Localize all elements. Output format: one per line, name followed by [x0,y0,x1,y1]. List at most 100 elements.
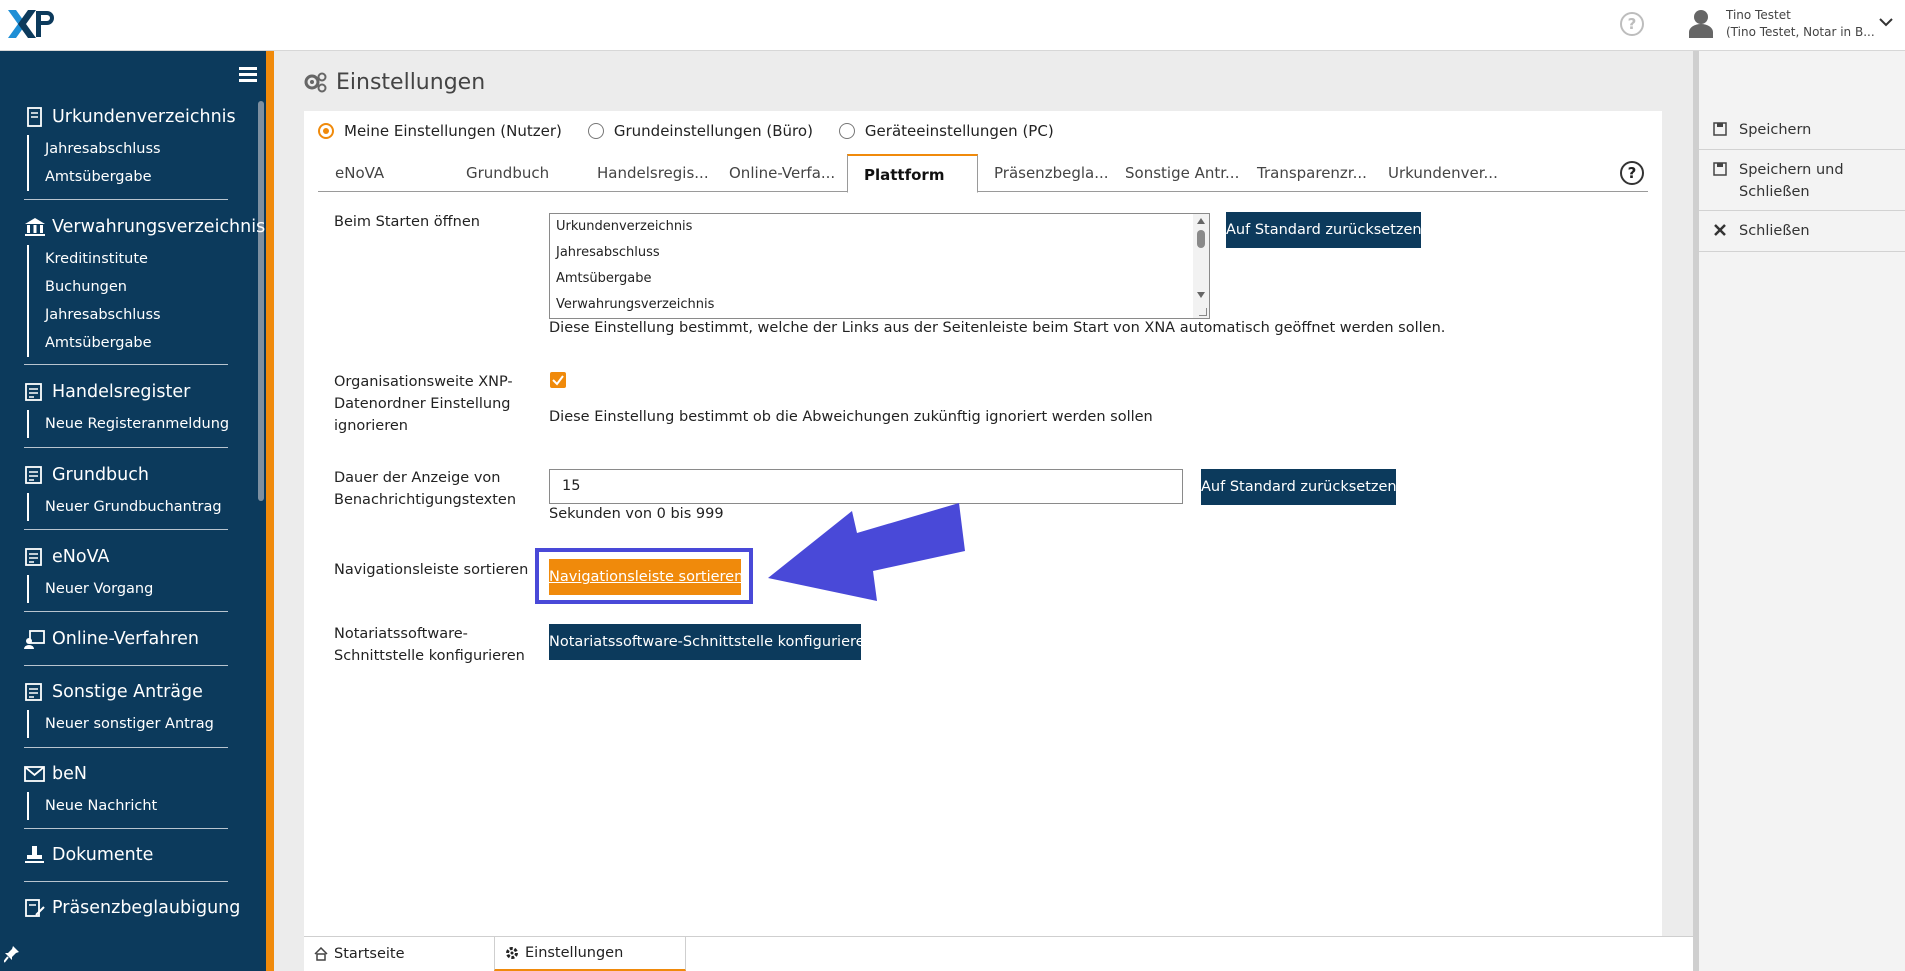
label-line: Dauer der Anzeige von [334,470,501,486]
list-item[interactable]: Amtsübergabe [550,266,1209,292]
sidebar-divider [24,364,228,365]
sidebar-subitem-amtsuebergabe[interactable]: Amtsübergabe [29,329,228,357]
sidebar-item-label: Grundbuch [52,465,149,485]
label-line: ignorieren [334,418,408,434]
scroll-thumb[interactable] [1197,230,1205,248]
sidebar-divider [24,828,228,829]
close-label: Schließen [1739,223,1810,239]
settings-scope-radio-group: Meine Einstellungen (Nutzer) Grundeinste… [318,122,1080,140]
hamburger-menu-icon[interactable] [239,67,257,83]
bottom-tab-einstellungen[interactable]: Einstellungen [494,937,686,971]
xnp-logo[interactable] [6,6,56,42]
notification-duration-label: Dauer der Anzeige von Benachrichtigungst… [334,467,516,511]
sidebar-section-grundbuch: Grundbuch Neuer Grundbuchantrag [24,463,228,521]
sidebar-subitem-kreditinstitute[interactable]: Kreditinstitute [29,245,228,273]
sidebar-item-dokumente[interactable]: Dokumente [24,843,228,867]
gear-icon [506,947,518,959]
sidebar-section-handelsregister: Handelsregister Neue Registeranmeldung [24,380,229,438]
resize-grip-icon[interactable] [1199,308,1207,316]
close-icon [1714,224,1726,236]
interface-configure-button[interactable]: Notariatssoftware-Schnittstelle konfigur… [549,624,874,660]
sidebar-section-verwahrungsverzeichnis: Verwahrungsverzeichnis Kreditinstitute B… [24,215,265,357]
sidebar-subitem-jahresabschluss[interactable]: Jahresabschluss [29,135,228,163]
sidebar-subitem-neuer-vorgang[interactable]: Neuer Vorgang [29,575,228,603]
sidebar-item-ben[interactable]: beN [24,762,228,786]
startup-listbox[interactable]: Urkundenverzeichnis Jahresabschluss Amts… [549,213,1210,319]
sidebar-item-grundbuch[interactable]: Grundbuch [24,463,228,487]
online-icon [24,630,45,649]
startup-label: Beim Starten öffnen [334,214,480,230]
settings-tabs: eNoVA Grundbuch Handelsregis... Online-V… [318,154,1648,193]
startup-hint: Diese Einstellung bestimmt, welche der L… [549,320,1446,336]
register-icon [25,466,42,484]
sidebar-item-label: Online-Verfahren [52,629,199,649]
sidebar-item-urkundenverzeichnis[interactable]: Urkundenverzeichnis [24,105,236,129]
sidebar-subitem-neuer-sonstiger-antrag[interactable]: Neuer sonstiger Antrag [29,710,228,738]
list-item[interactable]: Urkundenverzeichnis [550,214,1209,240]
help-icon[interactable]: ? [1620,12,1644,36]
tab-grundbuch[interactable]: Grundbuch [449,154,549,192]
sidebar-item-verwahrungsverzeichnis[interactable]: Verwahrungsverzeichnis [24,215,265,239]
help-icon[interactable]: ? [1620,161,1644,185]
bottom-tab-startseite[interactable]: Startseite [304,937,494,971]
tab-handelsregister[interactable]: Handelsregis... [580,154,709,192]
notification-duration-input[interactable]: 15 [549,469,1183,504]
sidebar-subitem-amtsuebergabe[interactable]: Amtsübergabe [29,163,228,191]
startup-reset-button[interactable]: Auf Standard zurücksetzen [1226,212,1422,248]
radio-meine-einstellungen[interactable]: Meine Einstellungen (Nutzer) [318,122,562,140]
user-info[interactable]: Tino Testet (Tino Testet, Notar in B... [1726,7,1875,41]
sidebar-scrollbar[interactable] [258,101,264,501]
sidebar-item-label: Dokumente [52,845,154,865]
nav-sort-button[interactable]: Navigationsleiste sortieren [549,559,743,595]
tab-online-verfahren[interactable]: Online-Verfa... [712,154,835,192]
sidebar-subitem-jahresabschluss[interactable]: Jahresabschluss [29,301,228,329]
sidebar-subitem-neuer-grundbuchantrag[interactable]: Neuer Grundbuchantrag [29,493,228,521]
tab-plattform[interactable]: Plattform [847,154,978,193]
sidebar-divider [24,665,228,666]
radio-unselected-icon [838,123,855,139]
tab-urkundenverzeichnis[interactable]: Urkundenver... [1371,154,1498,192]
notification-duration-reset-button[interactable]: Auf Standard zurücksetzen [1201,469,1397,505]
sidebar-subitem-neue-nachricht[interactable]: Neue Nachricht [29,792,228,820]
radio-geraeteeinstellungen[interactable]: Geräteeinstellungen (PC) [838,122,1054,140]
sidebar-item-label: Präsenzbeglaubigung [52,898,241,918]
sidebar-item-online-verfahren[interactable]: Online-Verfahren [24,627,228,651]
listbox-scrollbar[interactable] [1193,214,1209,318]
pin-icon[interactable] [4,945,20,963]
label-line: Notariatssoftware- [334,626,468,642]
radio-label: Meine Einstellungen (Nutzer) [344,122,562,140]
sidebar-item-praesenzbeglaubigung[interactable]: Präsenzbeglaubigung [24,896,240,920]
sidebar-item-sonstige-antraege[interactable]: Sonstige Anträge [24,680,228,704]
gears-icon [304,72,327,92]
list-item[interactable]: Jahresabschluss [550,240,1209,266]
ignore-folder-label: Organisationsweite XNP- Datenordner Eins… [334,371,513,437]
tab-enova[interactable]: eNoVA [318,154,384,192]
save-button[interactable]: Speichern [1699,112,1905,150]
radio-grundeinstellungen[interactable]: Grundeinstellungen (Büro) [587,122,813,140]
list-item[interactable]: Verwahrungsverzeichnis [550,292,1209,318]
sidebar-item-label: Urkundenverzeichnis [52,107,236,127]
sidebar-section-ben: beN Neue Nachricht [24,762,228,820]
page-title-text: Einstellungen [336,70,486,95]
mail-icon [24,766,45,782]
ignore-folder-checkbox[interactable] [550,372,566,388]
sidebar-divider [24,529,228,530]
checkmark-icon [552,375,564,386]
bank-icon [25,218,45,236]
sidebar-item-handelsregister[interactable]: Handelsregister [24,380,228,404]
sidebar-subitem-buchungen[interactable]: Buchungen [29,273,228,301]
scroll-down-icon[interactable] [1197,292,1205,298]
sidebar-divider [24,447,228,448]
tab-praesenzbeglaubigung[interactable]: Präsenzbegla... [977,154,1109,192]
tab-sonstige-antraege[interactable]: Sonstige Antr... [1108,154,1239,192]
close-button[interactable]: Schließen [1699,212,1905,252]
save-close-label: Speichern und Schließen [1739,159,1844,203]
sidebar-item-enova[interactable]: eNoVA [24,545,228,569]
chevron-down-icon[interactable] [1878,16,1894,28]
sidebar-item-label: eNoVA [52,547,110,567]
sidebar-subitem-neue-registeranmeldung[interactable]: Neue Registeranmeldung [29,410,229,438]
tab-transparenzregister[interactable]: Transparenzr... [1240,154,1367,192]
scroll-up-icon[interactable] [1197,218,1205,224]
user-avatar-icon[interactable] [1688,8,1714,38]
save-and-close-button[interactable]: Speichern und Schließen [1699,151,1905,211]
